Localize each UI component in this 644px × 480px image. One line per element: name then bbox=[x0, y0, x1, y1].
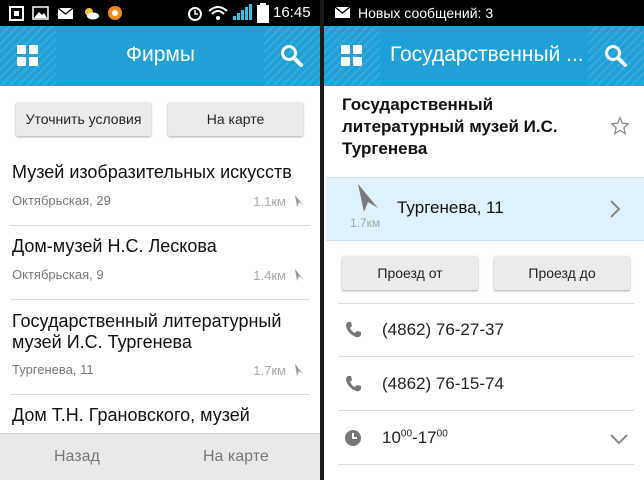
address-street: Тургенева, 11 bbox=[397, 198, 504, 217]
divider bbox=[10, 225, 310, 226]
direction-arrow-icon bbox=[358, 184, 378, 212]
menu-button[interactable] bbox=[0, 26, 56, 86]
status-bar: 16:45 bbox=[0, 0, 320, 26]
phone-icon bbox=[346, 376, 361, 392]
favorite-star-icon[interactable] bbox=[610, 116, 630, 136]
firm-distance: 1.1км bbox=[253, 194, 286, 209]
phone-icon bbox=[346, 322, 361, 338]
page-title: Фирмы bbox=[126, 43, 195, 66]
route-from-label: Проезд от bbox=[377, 265, 443, 281]
chevron-right-icon bbox=[610, 200, 621, 218]
status-bar: Новых сообщений: 3 bbox=[324, 0, 644, 26]
route-to-button[interactable]: Проезд до bbox=[494, 256, 630, 290]
clock: 16:45 bbox=[273, 4, 311, 21]
weather-icon bbox=[85, 8, 99, 20]
divider bbox=[10, 394, 310, 395]
app-notification-icon bbox=[108, 6, 122, 20]
firm-name: Государственный литературный музей И.С. … bbox=[12, 311, 282, 352]
firm-address: Октябрьская, 29 bbox=[12, 193, 111, 208]
map-button[interactable]: На карте bbox=[168, 102, 303, 136]
close-minutes: 00 bbox=[436, 428, 448, 440]
firms-list-screen: 16:45 Фирмы Уточнить условия На карте Му… bbox=[0, 0, 320, 480]
open-minutes: 00 bbox=[400, 428, 413, 440]
search-button[interactable] bbox=[588, 26, 644, 86]
search-button[interactable] bbox=[264, 26, 320, 86]
back-button[interactable]: Назад bbox=[54, 448, 100, 466]
divider bbox=[338, 356, 634, 357]
refine-filter-button[interactable]: Уточнить условия bbox=[16, 102, 151, 136]
firm-distance: 1.7км bbox=[253, 363, 286, 378]
wifi-icon bbox=[208, 6, 228, 20]
battery-icon bbox=[257, 3, 269, 23]
grid-icon bbox=[341, 45, 363, 67]
route-from-button[interactable]: Проезд от bbox=[342, 256, 478, 290]
divider bbox=[10, 299, 310, 300]
gallery-icon bbox=[32, 6, 49, 20]
signal-icon bbox=[233, 4, 252, 20]
grid-icon bbox=[17, 45, 39, 67]
alarm-icon bbox=[188, 7, 202, 21]
firm-details-screen: Новых сообщений: 3 Государственный ... Г… bbox=[324, 0, 644, 480]
direction-arrow-icon bbox=[295, 269, 303, 281]
firm-name: Музей изобразительных искусств bbox=[12, 162, 292, 182]
firm-address: Октябрьская, 9 bbox=[12, 267, 104, 282]
mail-icon bbox=[57, 7, 74, 19]
app-bar: Государственный ... bbox=[324, 26, 644, 86]
map-label: На карте bbox=[206, 111, 265, 127]
address-row[interactable]: 1.7км Тургенева, 11 bbox=[326, 177, 644, 241]
mail-icon bbox=[334, 6, 351, 18]
menu-button[interactable] bbox=[324, 26, 380, 86]
clock-icon bbox=[345, 430, 361, 446]
divider bbox=[338, 410, 634, 411]
search-icon bbox=[605, 45, 627, 67]
close-hour: 17 bbox=[417, 428, 437, 447]
address-distance: 1.7км bbox=[350, 216, 381, 230]
search-icon bbox=[281, 45, 303, 67]
firm-distance: 1.4км bbox=[253, 268, 286, 283]
firm-name: Дом-музей Н.С. Лескова bbox=[12, 236, 217, 256]
opening-hours: 1000-1700 bbox=[382, 428, 448, 448]
phone-number: (4862) 76-15-74 bbox=[382, 374, 504, 393]
bottom-bar: Назад На карте bbox=[0, 433, 320, 480]
direction-arrow-icon bbox=[295, 364, 303, 376]
route-to-label: Проезд до bbox=[528, 265, 596, 281]
direction-arrow-icon bbox=[295, 195, 303, 207]
chevron-down-icon[interactable] bbox=[610, 433, 628, 445]
page-title: Государственный ... bbox=[390, 43, 584, 66]
square-notification-icon bbox=[9, 6, 24, 21]
firm-address: Тургенева, 11 bbox=[12, 362, 94, 377]
open-hour: 10 bbox=[382, 428, 401, 447]
app-bar: Фирмы bbox=[0, 26, 320, 86]
phone-number: (4862) 76-27-37 bbox=[382, 320, 504, 339]
place-name: Государственный литературный музей И.С. … bbox=[342, 95, 558, 158]
refine-label: Уточнить условия bbox=[25, 111, 142, 127]
bottom-map-button[interactable]: На карте bbox=[203, 448, 269, 466]
firm-name: Дом Т.Н. Грановского, музей bbox=[12, 405, 250, 425]
divider bbox=[338, 303, 634, 304]
divider bbox=[338, 464, 634, 465]
notification-text: Новых сообщений: 3 bbox=[358, 5, 494, 21]
